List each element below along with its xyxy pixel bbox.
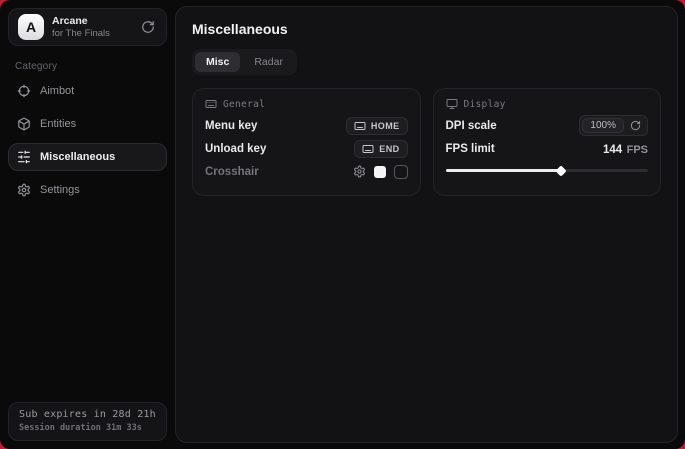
sidebar-item-label: Aimbot (40, 85, 74, 97)
menu-key-row: Menu key HOME (205, 114, 408, 137)
sliders-icon (17, 150, 31, 164)
general-card: General Menu key HOME Unload key (192, 88, 421, 196)
app-subtitle: for The Finals (52, 28, 110, 40)
display-card: Display DPI scale 100% FPS limit (433, 88, 662, 196)
crosshair-label: Crosshair (205, 166, 259, 178)
app-title-block: Arcane for The Finals (52, 15, 110, 40)
fps-slider[interactable] (446, 169, 649, 172)
fps-limit-row: FPS limit 144 FPS (446, 137, 649, 160)
app-window: A Arcane for The Finals Category Aimbot (0, 0, 685, 449)
crosshair-icon (17, 84, 31, 98)
dpi-scale-label: DPI scale (446, 120, 497, 132)
menu-key-value: HOME (371, 121, 400, 131)
session-duration-text: Session duration 31m 33s (19, 423, 156, 433)
sub-expiry-text: Sub expires in 28d 21h (19, 409, 156, 420)
reset-icon (630, 120, 641, 131)
refresh-button[interactable] (139, 18, 157, 36)
crosshair-row: Crosshair (205, 160, 408, 183)
display-card-header: Display (446, 98, 649, 110)
general-card-title: General (223, 99, 265, 110)
main-area: Miscellaneous Misc Radar General Menu ke… (175, 0, 685, 449)
sidebar-item-settings[interactable]: Settings (8, 176, 167, 204)
app-logo: A (18, 14, 44, 40)
subscription-card: Sub expires in 28d 21h Session duration … (8, 402, 167, 441)
cards-row: General Menu key HOME Unload key (192, 88, 661, 196)
fps-limit-label: FPS limit (446, 143, 495, 155)
crosshair-controls (353, 165, 408, 179)
fps-slider-thumb[interactable] (555, 165, 566, 176)
tab-misc[interactable]: Misc (195, 52, 240, 72)
tab-bar: Misc Radar (192, 49, 297, 75)
category-label: Category (15, 61, 167, 72)
unload-key-label: Unload key (205, 143, 266, 155)
display-card-title: Display (464, 99, 506, 110)
unload-key-row: Unload key END (205, 137, 408, 160)
keyboard-icon (362, 143, 374, 155)
content-panel: Miscellaneous Misc Radar General Menu ke… (175, 6, 678, 443)
sidebar: A Arcane for The Finals Category Aimbot (0, 0, 175, 449)
fps-slider-fill (446, 169, 561, 172)
dpi-scale-row: DPI scale 100% (446, 114, 649, 137)
monitor-icon (446, 98, 458, 110)
gear-icon (17, 183, 31, 197)
app-header-card: A Arcane for The Finals (8, 8, 167, 46)
unload-key-bind-button[interactable]: END (354, 140, 407, 158)
sidebar-item-label: Entities (40, 118, 76, 130)
refresh-icon (141, 20, 155, 34)
menu-key-bind-button[interactable]: HOME (346, 117, 408, 135)
crosshair-checkbox[interactable] (394, 165, 408, 179)
dpi-scale-value: 100% (582, 118, 624, 133)
sidebar-item-miscellaneous[interactable]: Miscellaneous (8, 143, 167, 171)
sidebar-nav: Aimbot Entities Miscellaneous Settings (8, 77, 167, 204)
unload-key-value: END (379, 144, 399, 154)
keyboard-icon (205, 98, 217, 110)
general-card-header: General (205, 98, 408, 110)
fps-limit-value-group: 144 FPS (603, 140, 648, 158)
box-icon (17, 117, 31, 131)
sidebar-item-label: Miscellaneous (40, 151, 115, 163)
sidebar-item-entities[interactable]: Entities (8, 110, 167, 138)
gear-icon (353, 165, 366, 178)
page-title: Miscellaneous (192, 21, 661, 37)
fps-limit-unit: FPS (627, 144, 648, 156)
sidebar-item-aimbot[interactable]: Aimbot (8, 77, 167, 105)
tab-radar[interactable]: Radar (243, 52, 294, 72)
app-name: Arcane (52, 15, 110, 28)
dpi-scale-control[interactable]: 100% (579, 115, 648, 136)
menu-key-label: Menu key (205, 120, 257, 132)
crosshair-color-swatch[interactable] (374, 166, 386, 178)
crosshair-settings-button[interactable] (353, 165, 366, 178)
sidebar-item-label: Settings (40, 184, 80, 196)
keyboard-icon (354, 120, 366, 132)
fps-limit-value: 144 (603, 144, 622, 156)
